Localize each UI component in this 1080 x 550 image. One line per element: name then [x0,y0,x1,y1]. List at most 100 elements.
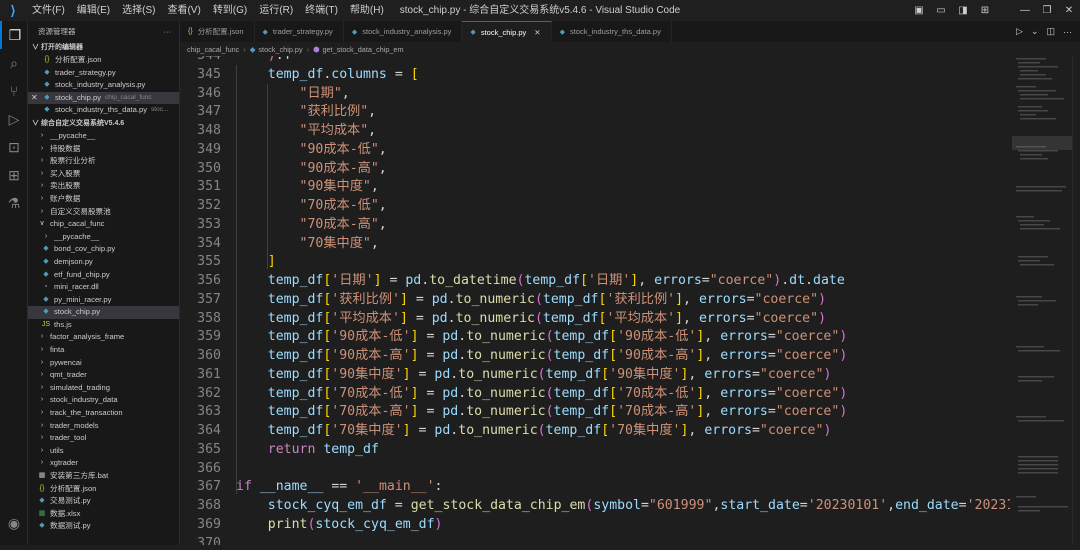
code-line[interactable]: 353 "70成本-高", [180,215,1010,234]
code-line[interactable]: 357 temp_df['获利比例'] = pd.to_numeric(temp… [180,290,1010,309]
tree-file[interactable]: ◆ 数据测试.py [28,520,179,533]
code-line[interactable]: 369 print(stock_cyq_em_df) [180,515,1010,534]
close-icon[interactable]: ✕ [31,92,38,105]
tree-folder[interactable]: › trader_tool [28,432,179,445]
breadcrumb-folder[interactable]: chip_cacal_func [187,45,239,54]
tree-folder[interactable]: › 买入股票 [28,168,179,181]
minimap-slider[interactable] [1012,136,1072,150]
source-control-icon[interactable]: ⑂ [0,77,28,105]
open-editor-item[interactable]: {} 分析配置.json [28,54,179,67]
menu-item[interactable]: 查看(V) [161,0,206,21]
menu-item[interactable]: 文件(F) [26,0,71,21]
close-tab-icon[interactable]: ✕ [534,28,540,37]
code-line[interactable]: 360 temp_df['90成本-高'] = pd.to_numeric(te… [180,346,1010,365]
run-debug-icon[interactable]: ▷ [0,105,28,133]
code-line[interactable]: 355 ] [180,252,1010,271]
code-line[interactable]: 347 "获利比例", [180,102,1010,121]
tree-folder[interactable]: › trader_models [28,420,179,433]
tree-folder[interactable]: › track_the_transaction [28,407,179,420]
tree-folder[interactable]: › 账户数据 [28,193,179,206]
open-editor-item[interactable]: ✕ ◆ stock_chip.py chip_cacal_func [28,91,179,105]
more-icon[interactable]: ··· [1063,27,1072,37]
menu-item[interactable]: 编辑(E) [71,0,116,21]
tree-folder[interactable]: › __pycache__ [28,130,179,143]
code-line[interactable]: 349 "90成本-低", [180,140,1010,159]
code-editor[interactable]: 344 ).T345 temp_df.columns = [346 "日期",3… [180,56,1010,545]
tree-file[interactable]: ◆ 交易测试.py [28,495,179,508]
tree-folder[interactable]: › utils [28,445,179,458]
tree-file[interactable]: ▦ 安装第三方库.bat [28,470,179,483]
tree-folder[interactable]: › 持股数据 [28,143,179,156]
open-editors-section[interactable]: ∨ 打开的编辑器 [28,41,179,54]
tree-file[interactable]: ◆ demjson.py [28,256,179,269]
editor-tab[interactable]: ◆ stock_industry_analysis.py [343,21,463,42]
code-line[interactable]: 348 "平均成本", [180,121,1010,140]
tree-folder[interactable]: › xgtrader [28,457,179,470]
code-line[interactable]: 368 stock_cyq_em_df = get_stock_data_chi… [180,496,1010,515]
tree-file[interactable]: ◆ py_mini_racer.py [28,294,179,307]
code-line[interactable]: 359 temp_df['90成本-低'] = pd.to_numeric(te… [180,327,1010,346]
code-line[interactable]: 358 temp_df['平均成本'] = pd.to_numeric(temp… [180,309,1010,328]
editor-tab[interactable]: ◆ stock_industry_ths_data.py [551,21,672,42]
chevron-down-icon[interactable]: ⌄ [1031,26,1039,37]
code-line[interactable]: 365 return temp_df [180,440,1010,459]
tree-folder[interactable]: › simulated_trading [28,382,179,395]
testing-icon[interactable]: ⚗ [0,189,28,217]
code-line[interactable]: 367 if __name__ == '__main__': [180,477,1010,496]
toggle-panel-icon[interactable]: ▭ [930,0,952,21]
editor-tab[interactable]: {} 分析配置.json [180,21,255,42]
code-line[interactable]: 370 [180,534,1010,546]
tree-file[interactable]: ◆ stock_chip.py [28,306,179,319]
minimap[interactable] [1012,56,1072,545]
run-icon[interactable]: ▷ [1016,26,1023,37]
restore-button[interactable]: ❐ [1036,0,1058,21]
editor-tab[interactable]: ◆ trader_strategy.py [254,21,344,42]
tree-folder[interactable]: › finta [28,344,179,357]
tree-file[interactable]: {} 分析配置.json [28,483,179,496]
tree-file[interactable]: ◆ etf_fund_chip.py [28,269,179,282]
code-line[interactable]: 356 temp_df['日期'] = pd.to_datetime(temp_… [180,271,1010,290]
editor-tab[interactable]: ◆ stock_chip.py ✕ [462,21,552,42]
tree-folder[interactable]: › 卖出股票 [28,180,179,193]
more-actions-icon[interactable]: ··· [164,27,172,36]
code-line[interactable]: 352 "70成本-低", [180,196,1010,215]
search-icon[interactable]: ⌕ [0,49,28,77]
workspace-section[interactable]: ∨ 综合自定义交易系统V5.4.6 [28,117,179,130]
vertical-scrollbar[interactable] [1072,56,1080,545]
tree-file[interactable]: ◆ bond_cov_chip.py [28,243,179,256]
breadcrumb-symbol[interactable]: get_stock_data_chip_em [322,45,403,54]
code-line[interactable]: 366 [180,459,1010,478]
close-window-button[interactable]: ✕ [1058,0,1080,21]
code-line[interactable]: 362 temp_df['70成本-低'] = pd.to_numeric(te… [180,384,1010,403]
menu-item[interactable]: 转到(G) [207,0,253,21]
minimize-button[interactable]: — [1014,0,1036,21]
tree-folder[interactable]: › pywencai [28,357,179,370]
menu-item[interactable]: 运行(R) [253,0,299,21]
code-line[interactable]: 344 ).T [180,56,1010,65]
code-line[interactable]: 363 temp_df['70成本-高'] = pd.to_numeric(te… [180,402,1010,421]
tree-folder[interactable]: › factor_analysis_frame [28,331,179,344]
tree-folder[interactable]: ∨ chip_cacal_func [28,218,179,231]
tree-file[interactable]: JS ths.js [28,319,179,332]
open-editor-item[interactable]: ◆ stock_industry_analysis.py [28,79,179,92]
code-line[interactable]: 351 "90集中度", [180,177,1010,196]
open-editor-item[interactable]: ◆ stock_industry_ths_data.py stoc... [28,104,179,117]
menu-item[interactable]: 终端(T) [299,0,344,21]
code-line[interactable]: 346 "日期", [180,84,1010,103]
account-icon[interactable]: ◉ [0,509,28,537]
code-line[interactable]: 345 temp_df.columns = [ [180,65,1010,84]
menu-item[interactable]: 帮助(H) [344,0,390,21]
customize-layout-icon[interactable]: ⊞ [974,0,996,21]
split-editor-icon[interactable]: ◫ [1046,26,1055,37]
explorer-icon[interactable]: ❐ [0,21,28,49]
code-line[interactable]: 350 "90成本-高", [180,159,1010,178]
tree-file[interactable]: ▦ 数据.xlsx [28,508,179,521]
breadcrumb-file[interactable]: stock_chip.py [258,45,302,54]
tree-folder[interactable]: › 自定义交易股票池 [28,206,179,219]
tree-folder[interactable]: › qmt_trader [28,369,179,382]
tree-folder[interactable]: › stock_industry_data [28,394,179,407]
tree-folder[interactable]: › 股票行业分析 [28,155,179,168]
open-editor-item[interactable]: ◆ trader_strategy.py [28,67,179,80]
extensions-icon[interactable]: ⊞ [0,161,28,189]
toggle-primary-sidebar-icon[interactable]: ▣ [908,0,930,21]
